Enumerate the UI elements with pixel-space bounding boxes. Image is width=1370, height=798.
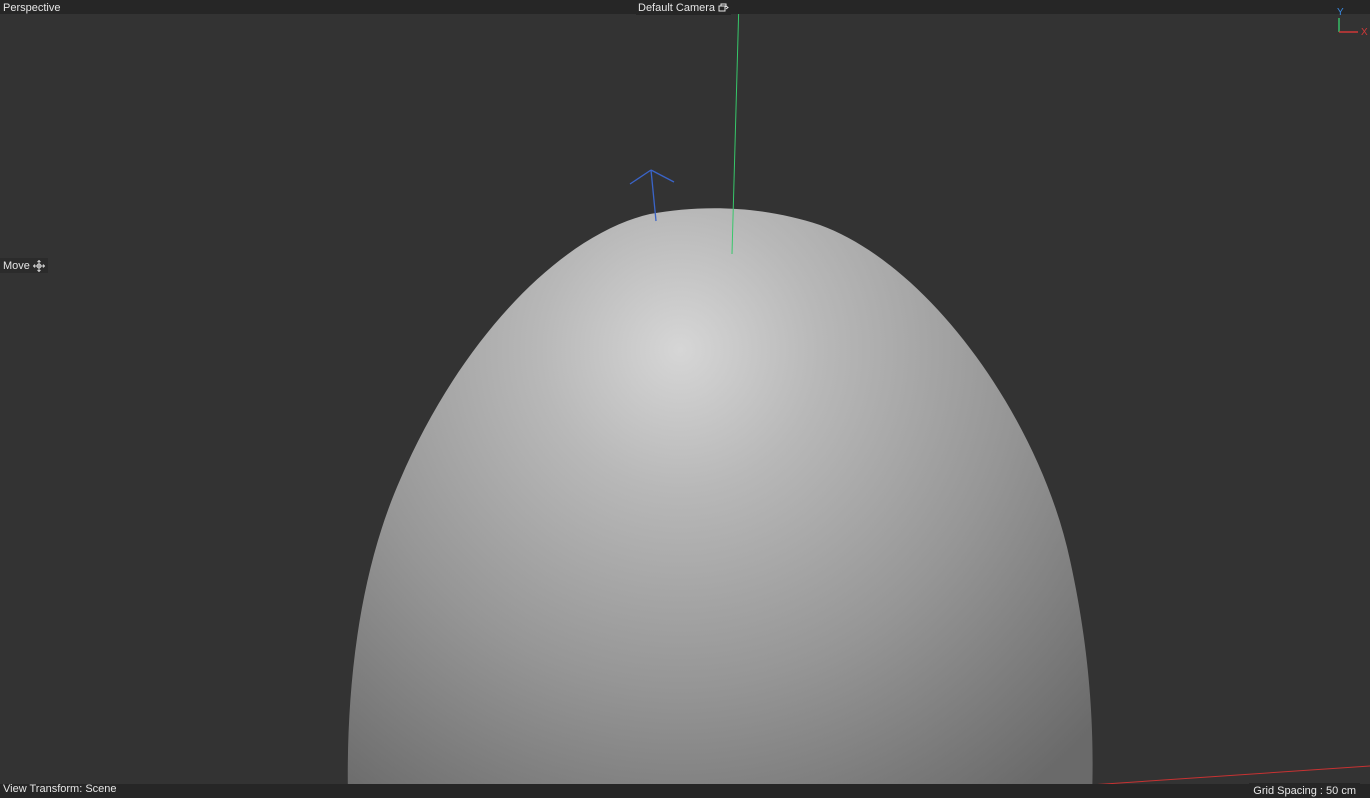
move-arrows-icon bbox=[32, 259, 45, 272]
camera-label: Default Camera bbox=[638, 1, 716, 14]
move-tool-indicator[interactable]: Move bbox=[0, 258, 48, 273]
camera-menu[interactable]: Default Camera bbox=[636, 0, 732, 15]
egg-object[interactable] bbox=[347, 208, 1093, 798]
move-tool-label: Move bbox=[3, 259, 30, 272]
viewport-scene[interactable] bbox=[0, 0, 1370, 798]
viewport-bottom-bar bbox=[0, 784, 1370, 798]
gizmo-y-label: Y bbox=[1337, 7, 1344, 18]
view-transform-label: View Transform: Scene bbox=[3, 783, 117, 795]
3d-viewport[interactable]: Perspective Default Camera Move Y X View… bbox=[0, 0, 1370, 798]
gizmo-x-label: X bbox=[1361, 27, 1368, 36]
camera-switch-icon[interactable] bbox=[718, 2, 729, 13]
axis-orientation-gizmo: Y X bbox=[1337, 7, 1368, 36]
grid-spacing-label: Grid Spacing : 50 cm bbox=[1249, 783, 1360, 798]
view-name-label[interactable]: Perspective bbox=[3, 1, 60, 15]
